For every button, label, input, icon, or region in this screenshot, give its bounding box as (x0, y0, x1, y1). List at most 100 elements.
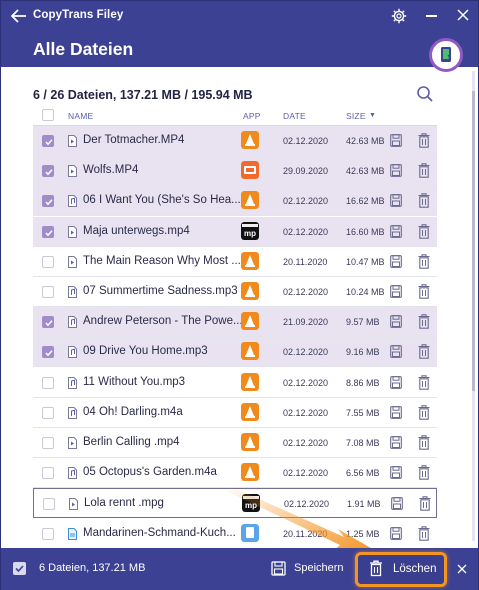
file-date: 20.11.2020 (283, 528, 328, 539)
select-all-checkbox[interactable] (42, 109, 54, 121)
file-name: Wolfs.MP4 (83, 164, 139, 177)
file-name: 06 I Want You (She's So Hea... (83, 194, 241, 207)
trash-icon[interactable] (418, 284, 430, 299)
vlc-app-icon (241, 342, 259, 361)
save-icon[interactable] (390, 285, 402, 298)
file-size: 10.47 MB (346, 256, 385, 267)
audio-file-icon (68, 376, 77, 389)
row-checkbox[interactable] (42, 316, 54, 329)
trash-icon[interactable] (418, 435, 430, 450)
row-checkbox[interactable] (43, 498, 55, 511)
row-checkbox[interactable] (42, 467, 54, 480)
file-row[interactable]: Berlin Calling .mp4 02.12.2020 7.08 MB (33, 428, 437, 458)
gear-icon[interactable] (391, 8, 407, 24)
file-date: 02.12.2020 (283, 407, 329, 418)
row-checkbox[interactable] (42, 225, 54, 238)
row-checkbox[interactable] (42, 135, 54, 147)
save-icon[interactable] (390, 164, 402, 178)
file-name: Lola rennt .mpg (84, 497, 164, 510)
trash-icon (370, 560, 382, 577)
file-name: Maja unterwegs.mp4 (83, 224, 190, 237)
file-row[interactable]: Wolfs.MP4 29.09.2020 42.63 MB (33, 156, 437, 187)
file-date: 02.12.2020 (283, 377, 329, 388)
row-checkbox[interactable] (42, 286, 54, 298)
save-icon[interactable] (390, 405, 402, 419)
minimize-button[interactable] (426, 15, 437, 17)
save-icon[interactable] (390, 224, 402, 238)
trash-icon[interactable] (418, 374, 430, 390)
scrollbar[interactable] (471, 71, 476, 541)
save-icon[interactable] (390, 254, 402, 268)
trash-icon[interactable] (418, 254, 430, 269)
row-checkbox[interactable] (42, 165, 54, 178)
trash-icon[interactable] (418, 163, 430, 178)
trash-icon[interactable] (418, 405, 430, 420)
video-file-icon (68, 437, 77, 449)
column-header-app[interactable]: APP (243, 111, 261, 121)
save-button[interactable]: Speichern (271, 557, 349, 581)
save-icon[interactable] (390, 345, 402, 359)
audio-file-icon (68, 467, 77, 480)
sort-desc-icon: ▼ (369, 112, 377, 119)
file-date: 02.12.2020 (283, 136, 329, 146)
file-row[interactable]: 07 Summertime Sadness.mp3 02.12.2020 10.24… (33, 277, 437, 307)
file-date: 02.12.2020 (283, 468, 329, 479)
file-name: Der Totmacher.MP4 (83, 134, 185, 146)
file-date: 02.12.2020 (283, 287, 329, 297)
page-title: Alle Dateien (33, 39, 134, 59)
file-row[interactable]: 11 Without You.mp3 02.12.2020 8.86 MB (33, 368, 437, 398)
trash-icon[interactable] (418, 193, 430, 209)
save-icon[interactable] (390, 134, 402, 147)
save-icon[interactable] (390, 315, 402, 329)
vlc-app-icon (241, 433, 259, 451)
row-checkbox[interactable] (42, 406, 54, 419)
footer-bar: 6 Dateien, 137.21 MB Speichern Löschen (1, 548, 478, 590)
row-checkbox[interactable] (42, 255, 54, 268)
trash-icon[interactable] (418, 314, 430, 329)
file-size: 42.63 MB (346, 136, 385, 146)
trash-icon[interactable] (418, 525, 430, 541)
search-icon[interactable] (416, 85, 434, 103)
trash-icon[interactable] (418, 344, 430, 360)
back-arrow-icon[interactable] (11, 9, 27, 23)
save-icon[interactable] (390, 436, 402, 449)
device-button[interactable] (429, 38, 463, 72)
delete-button[interactable]: Löschen (355, 552, 447, 587)
file-date: 29.09.2020 (283, 166, 329, 177)
file-row[interactable]: Der Totmacher.MP4 02.12.2020 42.63 MB (33, 126, 437, 156)
close-selection-icon[interactable] (457, 564, 467, 574)
file-row[interactable]: 09 Drive You Home.mp3 02.12.2020 9.16 MB (33, 337, 437, 368)
column-header-date[interactable]: DATE (283, 111, 306, 121)
save-icon[interactable] (391, 497, 403, 511)
audio-file-icon (68, 286, 77, 298)
trash-icon[interactable] (418, 465, 430, 480)
file-row[interactable]: 06 I Want You (She's So Hea... 02.12.2020… (33, 186, 437, 217)
save-icon[interactable] (390, 375, 402, 389)
file-row[interactable]: Andrew Peterson - The Powe... 21.09.2020 9… (33, 307, 437, 338)
trash-icon[interactable] (419, 496, 431, 512)
trash-icon[interactable] (418, 133, 430, 148)
column-header-size[interactable]: SIZE (346, 111, 366, 121)
row-checkbox[interactable] (42, 195, 54, 208)
file-size: 7.08 MB (346, 438, 380, 448)
file-row[interactable]: Maja unterwegs.mp4 mp 02.12.2020 16.60 MB (33, 216, 437, 247)
trash-icon[interactable] (418, 223, 430, 239)
row-checkbox[interactable] (42, 437, 54, 449)
file-row[interactable]: 05 Octopus's Garden.m4a 02.12.2020 6.56 MB (33, 458, 437, 489)
row-checkbox[interactable] (42, 527, 54, 540)
close-icon[interactable] (457, 9, 469, 21)
save-icon[interactable] (390, 194, 402, 208)
save-icon[interactable] (390, 466, 402, 480)
file-name: Andrew Peterson - The Powe... (83, 315, 243, 328)
file-row[interactable]: Lola rennt .mpg mp 02.12.2020 1.91 MB (33, 488, 437, 519)
file-row[interactable]: Mandarinen-Schmand-Kuch... 20.11.2020 1.25… (33, 519, 437, 549)
row-checkbox[interactable] (42, 376, 54, 389)
media-player-app-icon: mp (242, 494, 260, 513)
column-header-name[interactable]: NAME (68, 111, 93, 121)
save-icon[interactable] (390, 526, 402, 540)
footer-select-checkbox[interactable] (13, 562, 26, 575)
file-row[interactable]: The Main Reason Why Most ... 20.11.2020 10… (33, 247, 437, 277)
video-file-icon (68, 225, 77, 238)
row-checkbox[interactable] (42, 346, 54, 359)
file-row[interactable]: 04 Oh! Darling.m4a 02.12.2020 7.55 MB (33, 398, 437, 428)
